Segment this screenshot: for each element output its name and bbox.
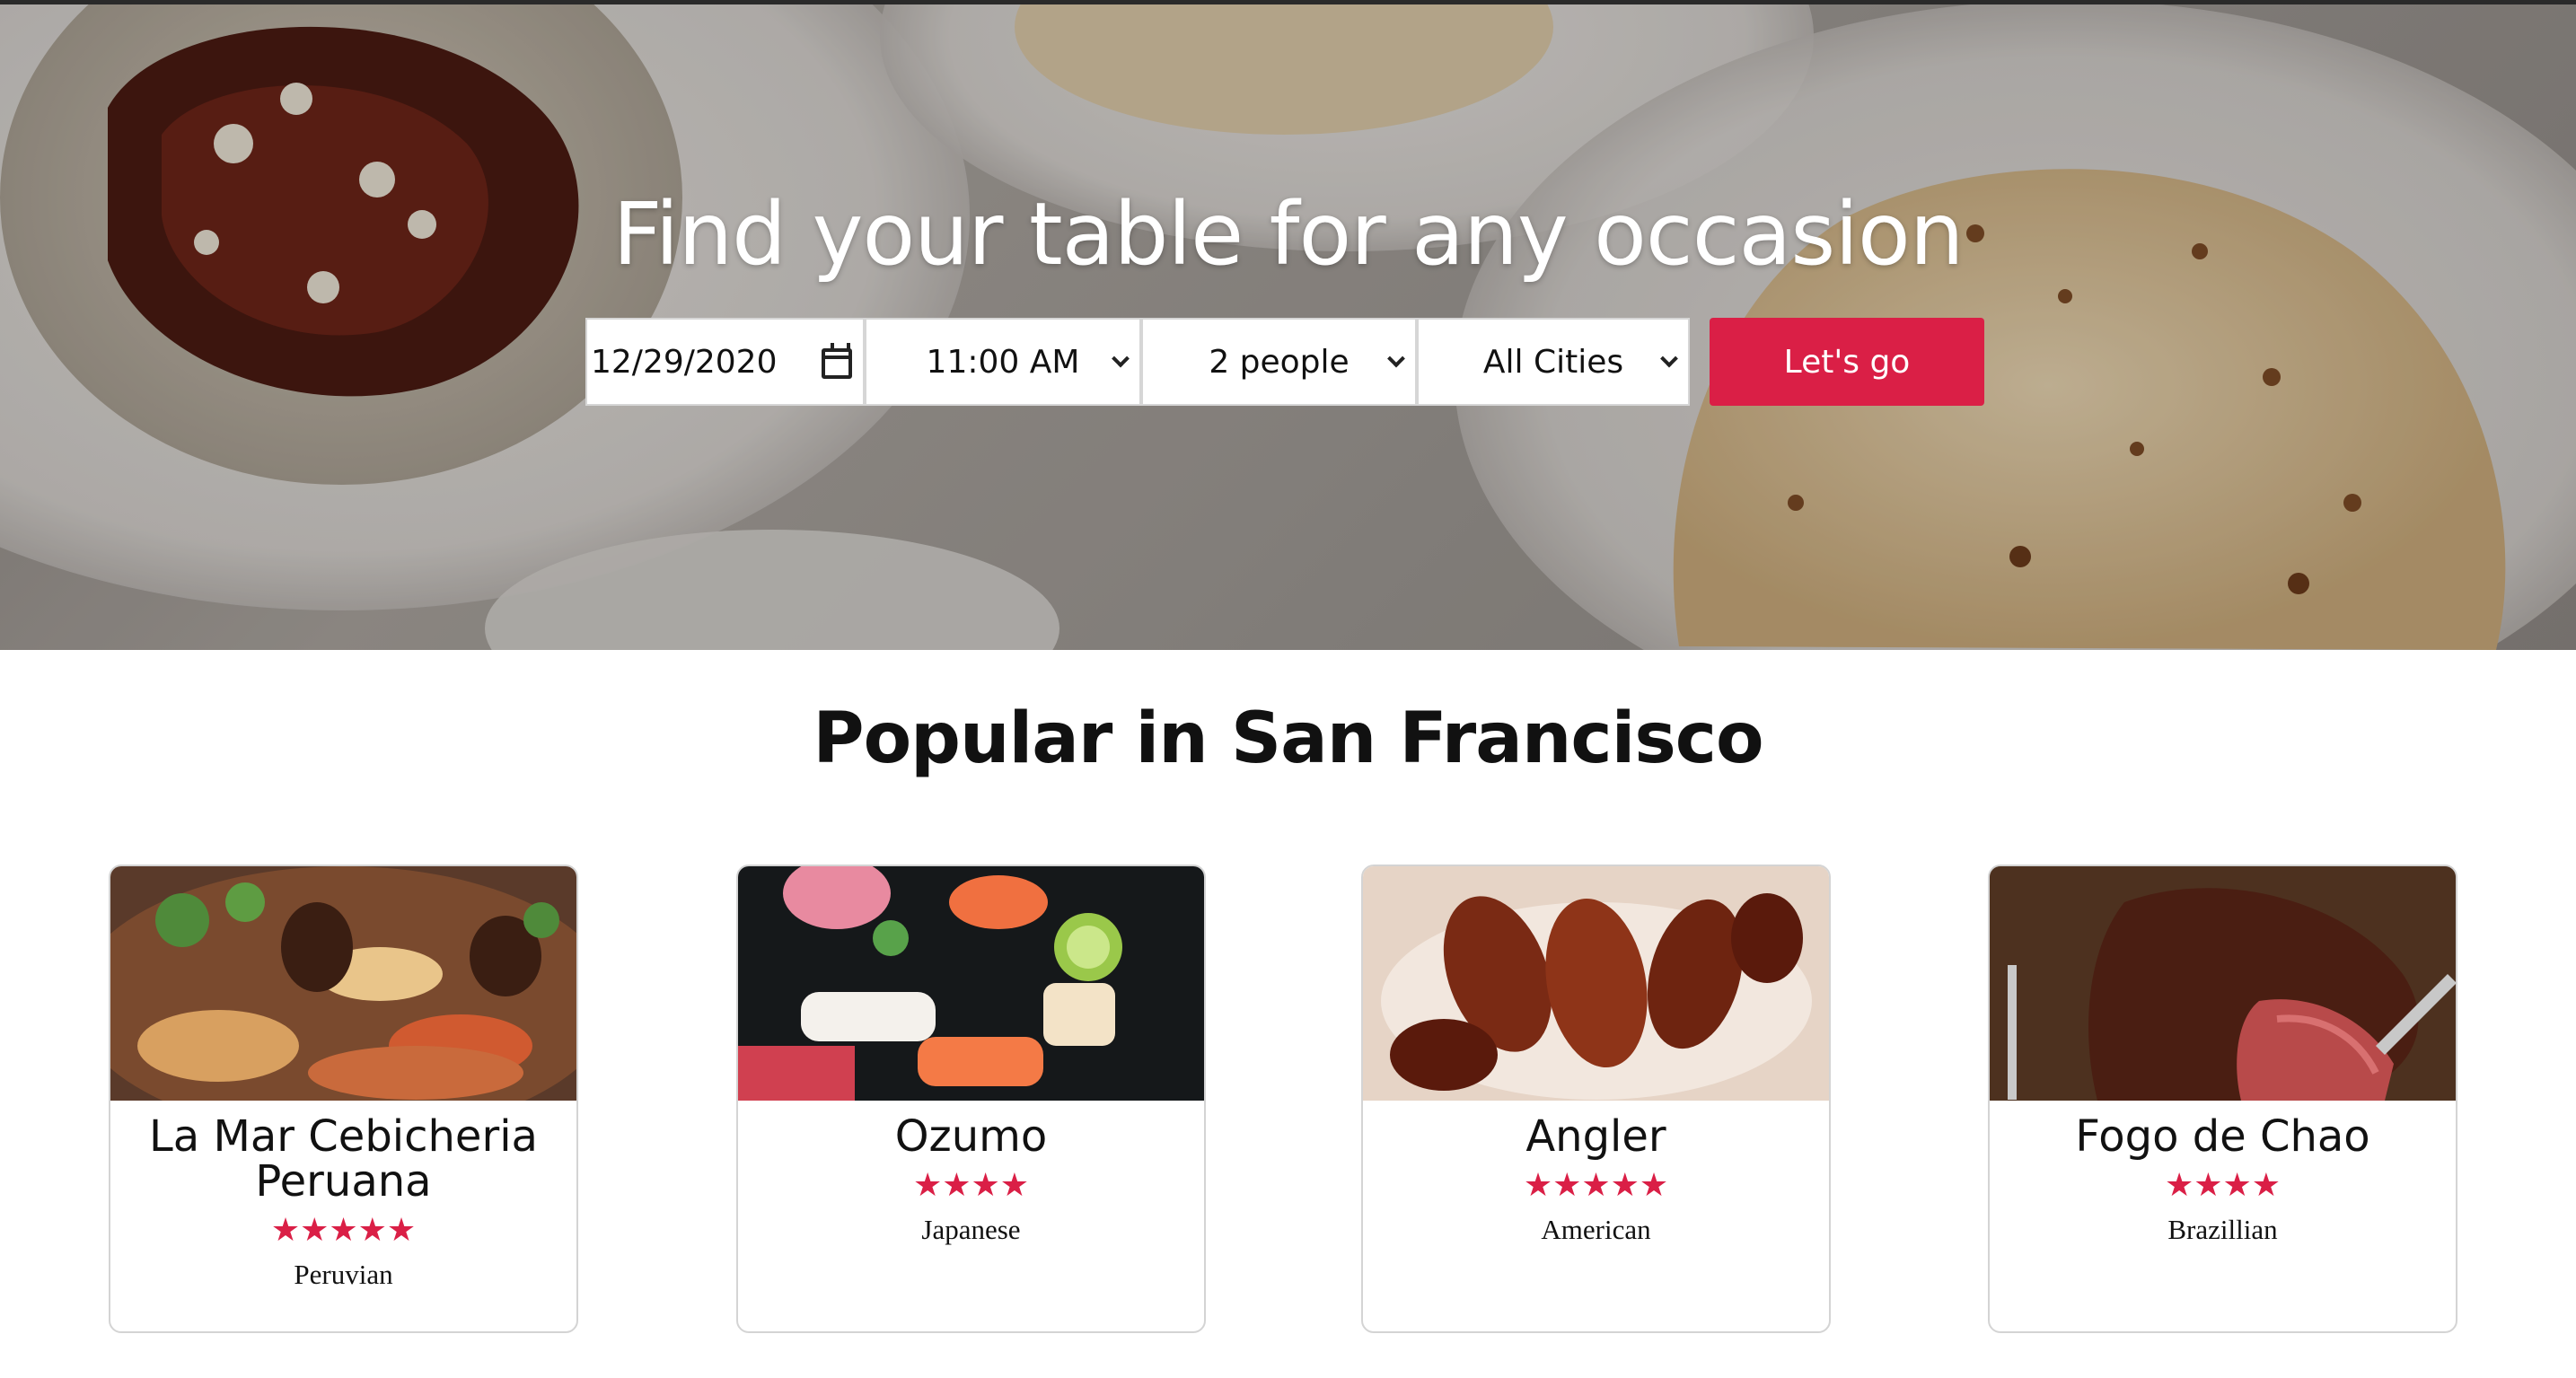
restaurant-photo xyxy=(1363,866,1829,1101)
city-select[interactable]: All Cities xyxy=(1417,318,1690,406)
star-rating: ★★★★★ xyxy=(270,1212,417,1249)
date-value: 12/29/2020 xyxy=(591,343,778,381)
star-rating: ★★★★ xyxy=(2164,1167,2281,1204)
calendar-icon[interactable] xyxy=(822,343,852,379)
lets-go-button[interactable]: Let's go xyxy=(1710,318,1984,406)
restaurant-name[interactable]: La Mar Cebicheria Peruana xyxy=(119,1114,567,1204)
cuisine-label: American xyxy=(1541,1214,1651,1245)
time-value: 11:00 AM xyxy=(926,343,1080,381)
city-value: All Cities xyxy=(1482,343,1624,381)
chevron-down-icon xyxy=(1112,349,1130,368)
restaurant-photo xyxy=(1990,866,2456,1101)
date-input[interactable]: 12/29/2020 xyxy=(585,318,865,406)
chevron-down-icon xyxy=(1387,349,1405,368)
party-size-select[interactable]: 2 people xyxy=(1141,318,1417,406)
star-rating: ★★★★★ xyxy=(1523,1167,1669,1204)
restaurant-card-angler[interactable]: Angler ★★★★★ American xyxy=(1361,865,1831,1333)
hero-title: Find your table for any occasion xyxy=(612,184,1964,285)
time-select[interactable]: 11:00 AM xyxy=(865,318,1141,406)
chevron-down-icon xyxy=(1660,349,1678,368)
star-rating: ★★★★ xyxy=(912,1167,1030,1204)
reservation-search-form: 12/29/2020 11:00 AM 2 people All Cities … xyxy=(585,318,1984,406)
section-title: Popular in San Francisco xyxy=(813,698,1763,779)
cuisine-label: Brazillian xyxy=(2167,1214,2278,1245)
party-size-value: 2 people xyxy=(1209,343,1350,381)
cuisine-label: Japanese xyxy=(921,1214,1021,1245)
restaurant-name[interactable]: Angler xyxy=(1372,1114,1820,1159)
restaurant-photo xyxy=(738,866,1204,1101)
restaurant-card-ozumo[interactable]: Ozumo ★★★★ Japanese xyxy=(736,865,1206,1333)
restaurant-card-la-mar[interactable]: La Mar Cebicheria Peruana ★★★★★ Peruvian xyxy=(109,865,578,1333)
restaurant-name[interactable]: Fogo de Chao xyxy=(1999,1114,2447,1159)
cuisine-label: Peruvian xyxy=(294,1259,393,1290)
hero-banner: Find your table for any occasion 12/29/2… xyxy=(0,0,2576,650)
restaurant-photo xyxy=(110,866,576,1101)
restaurant-card-fogo-de-chao[interactable]: Fogo de Chao ★★★★ Brazillian xyxy=(1988,865,2457,1333)
restaurant-name[interactable]: Ozumo xyxy=(747,1114,1195,1159)
top-border xyxy=(0,0,2576,4)
